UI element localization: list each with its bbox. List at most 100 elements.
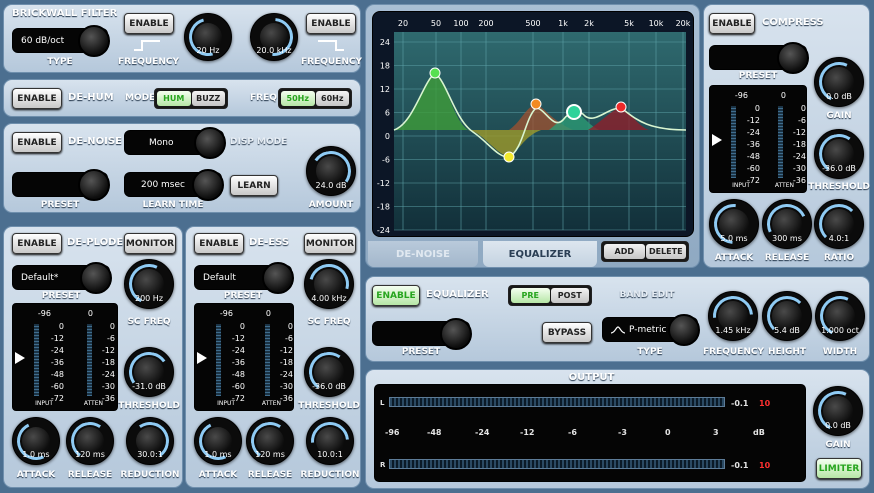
brickwall-low-enable-button[interactable]: ENABLE xyxy=(124,13,174,34)
band-type-knob[interactable] xyxy=(668,314,700,346)
deplode-attack-knob[interactable]: 1.0 ms xyxy=(12,417,60,465)
denoise-learn-button[interactable]: LEARN xyxy=(230,175,278,196)
compress-title: COMPRESS xyxy=(762,17,824,28)
equalizer-enable-button[interactable]: ENABLE xyxy=(372,285,420,306)
eq-freq-tick: 20k xyxy=(676,19,691,28)
band-height-knob[interactable]: 5.4 dB xyxy=(762,291,812,341)
brickwall-high-enable-button[interactable]: ENABLE xyxy=(306,13,356,34)
dehum-freq-60[interactable]: 60Hz xyxy=(315,91,349,106)
tab-equalizer[interactable]: EQUALIZER xyxy=(483,241,597,267)
deess-attack-knob[interactable]: 1.0 ms xyxy=(194,417,242,465)
deplode-meter: -96 0 0 -12 -24 -36 -48 -60 -72 0 -6 -12 -18 -24 -3… xyxy=(12,303,118,411)
deplode-sc-freq-knob[interactable]: 200 Hz xyxy=(124,259,174,309)
compress-ratio-knob[interactable]: 4.0:1 xyxy=(814,199,864,249)
deess-reduction-knob[interactable]: 10.0:1 xyxy=(306,417,354,465)
dehum-enable-button[interactable]: ENABLE xyxy=(12,88,62,109)
eq-band-node-4[interactable] xyxy=(566,104,582,120)
eq-band-node-1[interactable] xyxy=(429,67,441,79)
denoise-disp-mode-label: DISP MODE xyxy=(230,137,288,147)
deess-sc-freq-knob[interactable]: 4.00 kHz xyxy=(304,259,354,309)
compress-enable-button[interactable]: ENABLE xyxy=(709,13,755,34)
denoise-learn-time-select[interactable]: 200 msec xyxy=(124,169,224,201)
deplode-threshold-label: THRESHOLD xyxy=(118,401,180,411)
brickwall-low-freq-label: FREQUENCY xyxy=(118,57,179,67)
compress-threshold-knob[interactable]: -36.0 dB xyxy=(814,129,864,179)
band-add-delete[interactable]: ADD DELETE xyxy=(601,241,689,262)
compress-attack-knob[interactable]: 5.0 ms xyxy=(709,199,759,249)
denoise-enable-button[interactable]: ENABLE xyxy=(12,132,62,153)
band-frequency-knob[interactable]: 1.45 kHz xyxy=(708,291,758,341)
output-left-rms: -0.1 xyxy=(731,399,749,408)
eq-graph-svg[interactable]: 20 50 100 200 500 1k 2k 5k 10k 20k 24 18 12 6 0 -6 -12 -… xyxy=(373,12,695,238)
deess-title: DE-ESS xyxy=(249,237,290,248)
brickwall-high-freq-knob[interactable]: 20.0 kHz xyxy=(250,13,298,61)
equalizer-bypass-button[interactable]: BYPASS xyxy=(542,322,592,343)
deess-preset-knob[interactable] xyxy=(262,262,294,294)
brickwall-type-knob[interactable] xyxy=(78,25,110,57)
compress-preset-label: PRESET xyxy=(738,71,778,81)
equalizer-post[interactable]: POST xyxy=(550,288,589,303)
equalizer-preset-select[interactable] xyxy=(372,318,472,350)
compress-preset-select[interactable] xyxy=(709,42,809,74)
compress-gain-knob[interactable]: 0.0 dB xyxy=(814,57,864,107)
deplode-enable-button[interactable]: ENABLE xyxy=(12,233,62,254)
compress-atten-label: ATTEN xyxy=(774,182,794,189)
dehum-freq-50[interactable]: 50Hz xyxy=(281,91,315,106)
band-width-knob[interactable]: 1.000 oct xyxy=(815,291,865,341)
dehum-mode-switch[interactable]: HUM BUZZ xyxy=(154,88,228,109)
deplode-preset-label: PRESET xyxy=(41,291,81,301)
meter-scale-tick: -12 xyxy=(101,346,115,355)
dehum-mode-buzz[interactable]: BUZZ xyxy=(191,91,225,106)
meter-scale-tick: -12 xyxy=(231,334,245,343)
meter-scale-tick: -36 xyxy=(231,358,245,367)
equalizer-pre[interactable]: PRE xyxy=(511,288,550,303)
output-gain-label: GAIN xyxy=(825,440,851,450)
tab-denoise[interactable]: DE-NOISE xyxy=(368,241,478,267)
band-add-button[interactable]: ADD xyxy=(604,244,645,259)
equalizer-preset-knob[interactable] xyxy=(440,318,472,350)
denoise-mode-select[interactable]: Mono xyxy=(124,127,226,159)
deess-enable-button[interactable]: ENABLE xyxy=(194,233,244,254)
deplode-release-knob[interactable]: 120 ms xyxy=(66,417,114,465)
denoise-preset-select[interactable] xyxy=(12,169,110,201)
compress-release-knob[interactable]: 300 ms xyxy=(762,199,812,249)
eq-plot-area[interactable] xyxy=(394,32,686,230)
compress-threshold-value: -36.0 dB xyxy=(822,164,856,173)
deess-release-knob[interactable]: 120 ms xyxy=(246,417,294,465)
dehum-mode-hum[interactable]: HUM xyxy=(157,91,191,106)
deplode-preset-select[interactable]: Default* xyxy=(12,262,112,294)
deplode-preset-knob[interactable] xyxy=(80,262,112,294)
output-scale-tick: -96 xyxy=(385,428,400,437)
dehum-freq-switch[interactable]: 50Hz 60Hz xyxy=(278,88,352,109)
compress-preset-knob[interactable] xyxy=(777,42,809,74)
output-panel: OUTPUT L -0.1 10 -96 -48 -24 -12 -6 -3 0 3 dB R… xyxy=(365,369,870,489)
deplode-monitor-button[interactable]: MONITOR xyxy=(124,233,176,254)
eq-band-node-3[interactable] xyxy=(530,98,542,110)
denoise-amount-knob[interactable]: 24.0 dB xyxy=(306,146,356,196)
deess-preset-select[interactable]: Default xyxy=(194,262,294,294)
deplode-sc-freq-value: 200 Hz xyxy=(134,294,164,303)
denoise-preset-knob[interactable] xyxy=(78,169,110,201)
deplode-threshold-knob[interactable]: -31.0 dB xyxy=(124,347,174,397)
denoise-learn-time-knob[interactable] xyxy=(192,169,224,201)
meter-scale-tick: -24 xyxy=(50,346,64,355)
band-delete-button[interactable]: DELETE xyxy=(645,244,686,259)
eq-band-node-5[interactable] xyxy=(615,101,627,113)
limiter-button[interactable]: LIMITER xyxy=(816,458,862,479)
equalizer-pre-post-switch[interactable]: PRE POST xyxy=(508,285,592,306)
meter-scale-tick: -12 xyxy=(50,334,64,343)
deplode-reduction-knob[interactable]: 30.0:1 xyxy=(126,417,174,465)
compress-gain-label: GAIN xyxy=(826,111,852,121)
deess-reduction-value: 10.0:1 xyxy=(317,450,343,459)
denoise-mode-knob[interactable] xyxy=(194,127,226,159)
deess-monitor-button[interactable]: MONITOR xyxy=(304,233,356,254)
band-type-select[interactable]: P-metric xyxy=(602,314,700,346)
tab-denoise-label: DE-NOISE xyxy=(396,248,450,260)
eq-graph[interactable]: 20 50 100 200 500 1k 2k 5k 10k 20k 24 18 12 6 0 -6 -12 -… xyxy=(372,11,694,237)
brickwall-low-freq-knob[interactable]: 20 Hz xyxy=(184,13,232,61)
dehum-panel: ENABLE DE-HUM MODE HUM BUZZ FREQ 50Hz 60… xyxy=(3,79,361,117)
output-gain-knob[interactable]: 0.0 dB xyxy=(813,386,863,436)
brickwall-type-select[interactable]: 60 dB/oct xyxy=(12,25,110,57)
eq-band-node-2[interactable] xyxy=(503,151,515,163)
deess-threshold-knob[interactable]: -36.0 dB xyxy=(304,347,354,397)
